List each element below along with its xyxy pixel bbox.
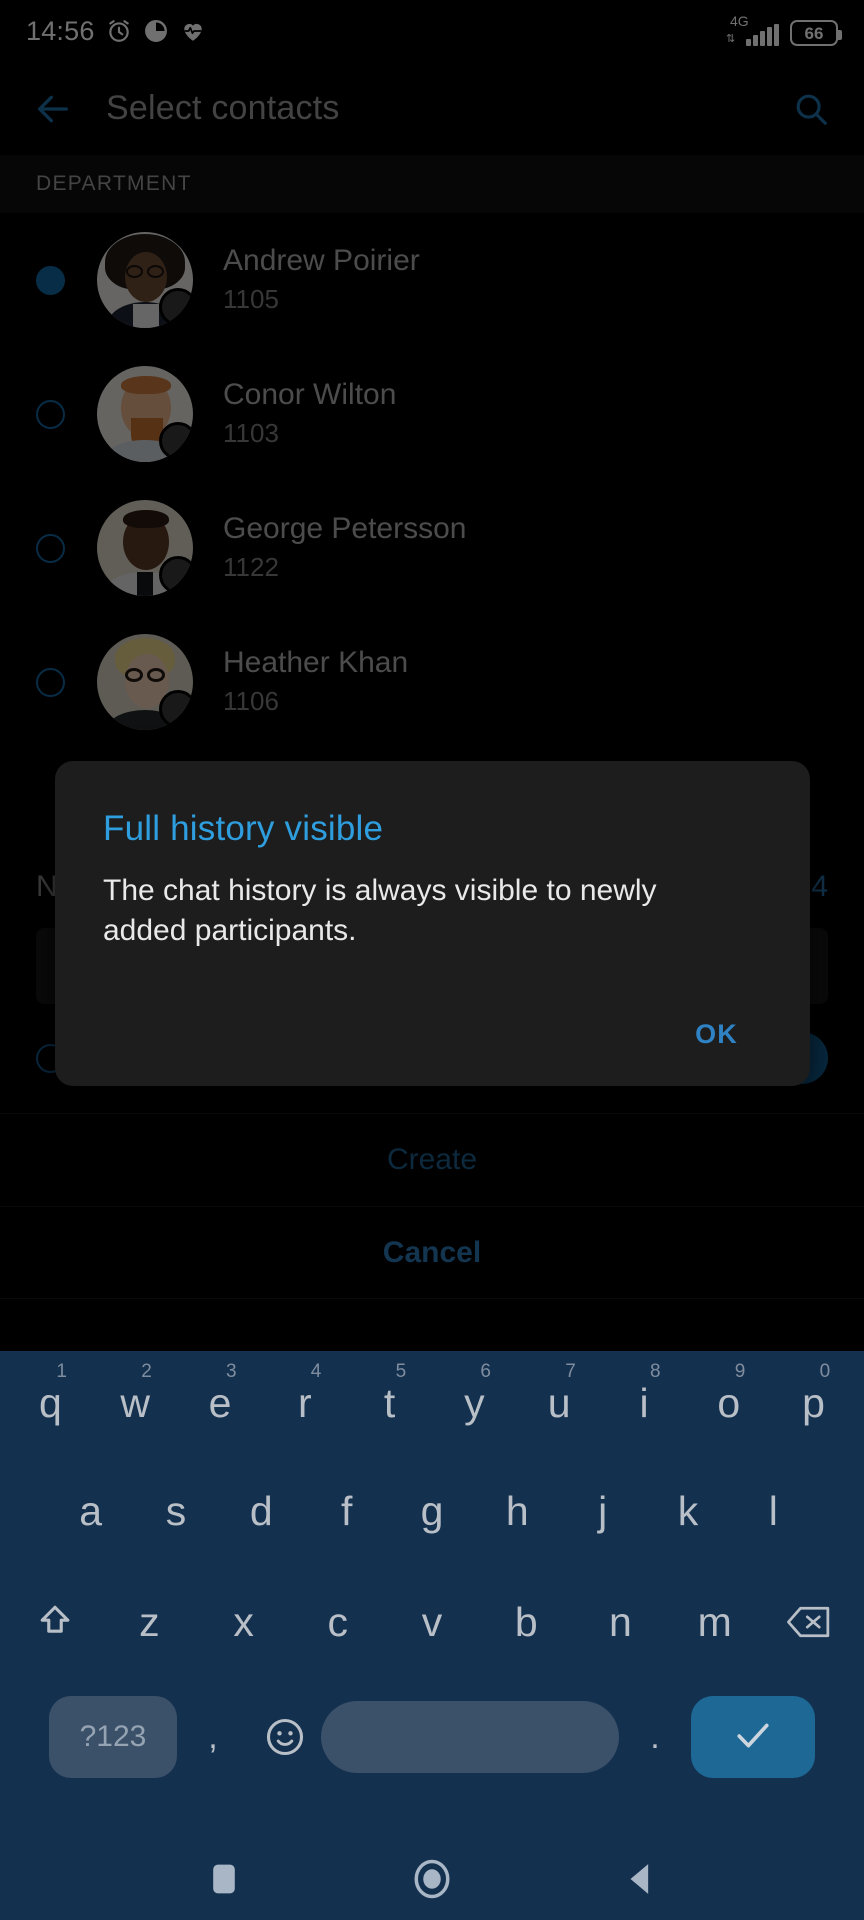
system-navigation-bar	[0, 1838, 864, 1920]
key-u[interactable]: 7u	[517, 1351, 602, 1456]
space-key[interactable]	[321, 1701, 619, 1773]
key-t-label: t	[383, 1380, 396, 1426]
enter-key[interactable]	[691, 1696, 815, 1778]
keyboard-row-1: 1q 2w 3e 4r 5t 6y 7u 8i 9o 0p	[0, 1351, 864, 1456]
key-o[interactable]: 9o	[686, 1351, 771, 1456]
key-u-label: u	[547, 1380, 571, 1426]
on-screen-keyboard[interactable]: 1q 2w 3e 4r 5t 6y 7u 8i 9o 0p a s d f g …	[0, 1351, 864, 1838]
key-k[interactable]: k	[645, 1456, 730, 1566]
key-l-label: l	[768, 1487, 778, 1534]
key-q-label: q	[39, 1380, 62, 1426]
keyboard-row-4: ?123 , .	[0, 1678, 864, 1796]
key-p-number: 0	[819, 1361, 831, 1382]
modal-scrim[interactable]	[0, 0, 864, 1350]
key-h-label: h	[505, 1487, 529, 1534]
key-f-label: f	[340, 1487, 353, 1534]
key-i-label: i	[639, 1380, 649, 1426]
keyboard-row-2: a s d f g h j k l	[0, 1456, 864, 1566]
triangle-back-icon[interactable]	[605, 1850, 675, 1908]
key-y[interactable]: 6y	[432, 1351, 517, 1456]
key-o-label: o	[717, 1380, 741, 1426]
key-g-label: g	[420, 1487, 444, 1534]
key-comma-label: ,	[208, 1717, 218, 1756]
key-e[interactable]: 3e	[178, 1351, 263, 1456]
key-d[interactable]: d	[219, 1456, 304, 1566]
key-w[interactable]: 2w	[93, 1351, 178, 1456]
key-c-label: c	[327, 1598, 349, 1645]
backspace-icon[interactable]	[762, 1566, 856, 1678]
key-z[interactable]: z	[102, 1566, 196, 1678]
keyboard-row-3: z x c v b n m	[0, 1566, 864, 1678]
key-a[interactable]: a	[48, 1456, 133, 1566]
key-q-number: 1	[56, 1361, 67, 1382]
key-b[interactable]: b	[479, 1566, 573, 1678]
key-r-label: r	[297, 1380, 312, 1426]
key-period-label: .	[650, 1717, 660, 1756]
key-j-label: j	[598, 1487, 608, 1534]
phone-screen: 14:56 4G ⇅ 66	[0, 0, 864, 1920]
key-u-number: 7	[565, 1361, 576, 1382]
key-s[interactable]: s	[133, 1456, 218, 1566]
key-period[interactable]: .	[619, 1718, 691, 1757]
key-h[interactable]: h	[475, 1456, 560, 1566]
key-i[interactable]: 8i	[602, 1351, 687, 1456]
shift-up-icon[interactable]	[8, 1566, 102, 1678]
key-r-number: 4	[310, 1361, 322, 1382]
key-m[interactable]: m	[668, 1566, 762, 1678]
key-v-label: v	[421, 1598, 443, 1645]
key-x[interactable]: x	[196, 1566, 290, 1678]
info-dialog: Full history visible The chat history is…	[55, 761, 810, 1086]
key-t-number: 5	[395, 1361, 407, 1382]
key-l[interactable]: l	[731, 1456, 816, 1566]
key-comma[interactable]: ,	[177, 1718, 249, 1757]
circle-home-icon[interactable]	[397, 1850, 467, 1908]
key-y-number: 6	[480, 1361, 491, 1382]
key-y-label: y	[464, 1380, 485, 1426]
key-g[interactable]: g	[389, 1456, 474, 1566]
symbols-key[interactable]: ?123	[49, 1696, 177, 1778]
square-recents-icon[interactable]	[189, 1850, 259, 1908]
key-q[interactable]: 1q	[8, 1351, 93, 1456]
emoji-smiley-icon[interactable]	[249, 1715, 321, 1759]
dialog-actions: OK	[103, 1009, 762, 1060]
key-p-label: p	[802, 1380, 825, 1426]
key-v[interactable]: v	[385, 1566, 479, 1678]
symbols-key-label: ?123	[79, 1720, 147, 1753]
check-enter-icon	[731, 1713, 775, 1762]
key-w-number: 2	[141, 1361, 152, 1382]
key-j[interactable]: j	[560, 1456, 645, 1566]
key-n[interactable]: n	[573, 1566, 667, 1678]
dialog-message: The chat history is always visible to ne…	[103, 874, 657, 947]
key-a-label: a	[79, 1487, 103, 1534]
key-d-label: d	[249, 1487, 273, 1534]
key-c[interactable]: c	[291, 1566, 385, 1678]
key-t[interactable]: 5t	[347, 1351, 432, 1456]
key-k-label: k	[677, 1487, 699, 1534]
key-b-label: b	[514, 1598, 538, 1645]
key-z-label: z	[139, 1598, 160, 1645]
key-i-number: 8	[649, 1361, 661, 1382]
key-n-label: n	[609, 1598, 632, 1645]
key-e-label: e	[208, 1380, 232, 1426]
key-m-label: m	[697, 1598, 732, 1645]
key-e-number: 3	[226, 1361, 237, 1382]
dialog-title: Full history visible	[103, 809, 384, 848]
key-p[interactable]: 0p	[771, 1351, 856, 1456]
key-f[interactable]: f	[304, 1456, 389, 1566]
key-s-label: s	[165, 1487, 187, 1534]
key-w-label: w	[120, 1380, 151, 1426]
dialog-ok-button[interactable]: OK	[671, 1009, 762, 1060]
key-o-number: 9	[734, 1361, 746, 1382]
key-r[interactable]: 4r	[262, 1351, 347, 1456]
key-x-label: x	[233, 1598, 254, 1645]
